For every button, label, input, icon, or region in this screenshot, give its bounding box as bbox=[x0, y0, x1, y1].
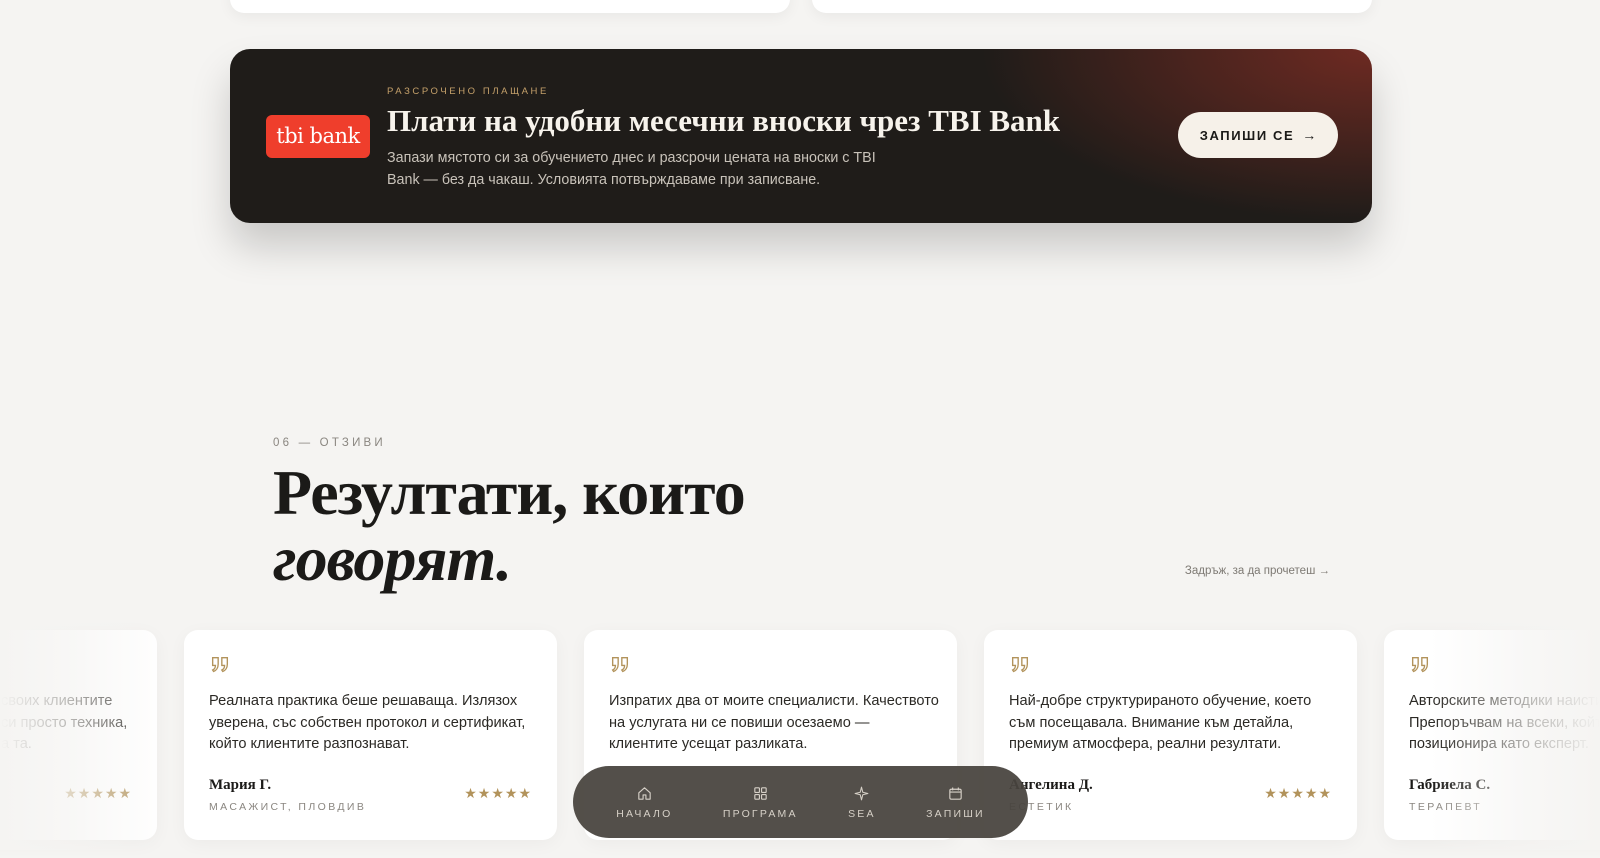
enroll-button-label: ЗАПИШИ СЕ bbox=[1199, 127, 1295, 143]
arrow-right-icon: → bbox=[1302, 127, 1317, 143]
testimonial-text: своих клиентите си просто техника, а та. bbox=[1, 693, 128, 752]
testimonial-text: Изпратих два от моите специалисти. Качес… bbox=[609, 693, 939, 752]
nav-item-program[interactable]: ПРОГРАМА bbox=[723, 785, 798, 820]
testimonial-author: Мария Г. bbox=[209, 777, 272, 793]
section-eyebrow: 06 — ОТЗИВИ bbox=[273, 437, 386, 449]
tbi-bank-logo: tbi bank bbox=[266, 115, 370, 158]
home-icon bbox=[638, 786, 651, 800]
nav-item-home[interactable]: НАЧАЛО bbox=[616, 785, 672, 820]
testimonial-role: МАСАЖИСТ, ПЛОВДИВ bbox=[209, 801, 367, 813]
testimonial-card-partial[interactable]: своих клиентите си просто техника, а та.… bbox=[0, 630, 157, 840]
testimonial-text: Най-добре структурираното обучение, коет… bbox=[1009, 693, 1312, 752]
nav-label: ПРОГРАМА bbox=[722, 807, 798, 820]
banner-description: Запази мястото си за обучението днес и р… bbox=[387, 150, 876, 188]
testimonial-text: Авторските методики наистина се различав… bbox=[1409, 693, 1600, 752]
nav-label: НАЧАЛО bbox=[616, 807, 673, 820]
quote-icon bbox=[1011, 656, 1029, 673]
bottom-nav: НАЧАЛО ПРОГРАМА SEA ЗАПИШИ bbox=[573, 766, 1028, 838]
section-title: Резултати, които говорят. bbox=[273, 457, 746, 594]
rating-stars: ★★★★★ bbox=[464, 785, 532, 801]
nav-label: SEA bbox=[848, 807, 876, 820]
drag-hint: Задръж, за да прочетеш → bbox=[1184, 565, 1330, 577]
tbi-installments-banner: tbi bank РАЗСРОЧЕНО ПЛАЩАНЕ Плати на удо… bbox=[230, 49, 1372, 223]
grid-icon bbox=[754, 786, 767, 800]
nav-label: ЗАПИШИ bbox=[926, 807, 985, 820]
section-title-line1: Резултати, които bbox=[273, 457, 746, 528]
section-title-line2: говорят. bbox=[273, 523, 512, 594]
testimonial-card[interactable]: Реалната практика беше решаваща. Излязох… bbox=[184, 630, 557, 840]
top-card-right bbox=[812, 0, 1372, 13]
page: tbi bank РАЗСРОЧЕНО ПЛАЩАНЕ Плати на удо… bbox=[0, 0, 1600, 858]
quote-icon bbox=[211, 656, 229, 673]
testimonial-author: Габриела С. bbox=[1409, 777, 1491, 793]
testimonial-card[interactable]: Най-добре структурираното обучение, коет… bbox=[984, 630, 1357, 840]
nav-item-enroll[interactable]: ЗАПИШИ bbox=[926, 785, 985, 820]
testimonial-card[interactable]: Авторските методики наистина се различав… bbox=[1384, 630, 1600, 840]
nav-item-sea[interactable]: SEA bbox=[848, 785, 876, 820]
testimonial-text: Реалната практика беше решаваща. Излязох… bbox=[209, 693, 526, 752]
banner-title: Плати на удобни месечни вноски чрез TBI … bbox=[387, 103, 1061, 138]
sparkle-icon bbox=[854, 786, 869, 800]
banner-eyebrow: РАЗСРОЧЕНО ПЛАЩАНЕ bbox=[387, 86, 549, 97]
calendar-icon bbox=[949, 786, 962, 800]
quote-icon bbox=[611, 656, 629, 673]
quote-icon bbox=[1411, 656, 1429, 673]
rating-stars: ★★★★★ bbox=[64, 785, 132, 801]
rating-stars: ★★★★★ bbox=[1264, 785, 1332, 801]
testimonial-role: ТЕРАПЕВТ bbox=[1409, 801, 1483, 813]
top-card-left bbox=[230, 0, 790, 13]
enroll-button[interactable]: ЗАПИШИ СЕ → bbox=[1178, 112, 1338, 158]
